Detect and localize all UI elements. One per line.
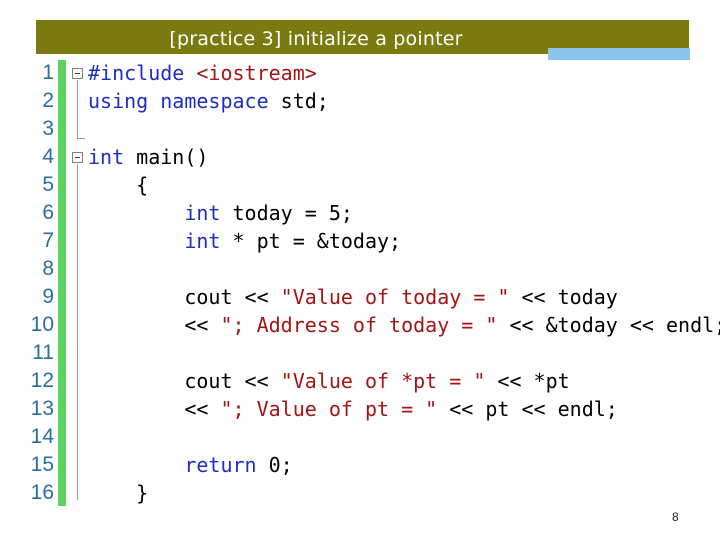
code-token: << &today << endl; — [497, 313, 720, 337]
code-text: int * pt = &today; — [88, 227, 401, 255]
code-text: } — [88, 479, 148, 507]
code-line: 2 using namespace std; — [0, 87, 720, 115]
code-text: cout << "Value of today = " << today — [88, 283, 618, 311]
keyword-token: using namespace — [88, 89, 281, 113]
string-token: "Value of *pt = " — [280, 369, 486, 393]
keyword-token: int — [184, 229, 233, 253]
line-number: 15 — [30, 453, 54, 476]
code-token: << — [184, 397, 221, 421]
code-text: return 0; — [88, 451, 293, 479]
line-number: 5 — [42, 173, 54, 196]
string-token: "; Address of today = " — [220, 313, 498, 337]
code-line: 8 — [0, 255, 720, 283]
line-number: 6 — [42, 201, 54, 224]
keyword-token: return — [184, 453, 269, 477]
code-token: today = 5; — [232, 201, 353, 225]
line-number: 14 — [30, 425, 54, 448]
code-line: 11 — [0, 339, 720, 367]
code-text: int main() — [88, 143, 208, 171]
line-number: 11 — [32, 341, 54, 364]
line-number: 16 — [30, 481, 54, 504]
code-line: 1 #include <iostream> — [0, 59, 720, 87]
code-token: } — [136, 481, 149, 505]
code-token: cout << — [184, 285, 281, 309]
code-text: int today = 5; — [88, 199, 353, 227]
line-number: 4 — [42, 145, 54, 168]
string-token: "; Value of pt = " — [220, 397, 438, 421]
page-number: 8 — [672, 510, 679, 524]
line-number: 7 — [42, 229, 54, 252]
code-text: << "; Address of today = " << &today << … — [88, 311, 720, 339]
code-line: 15 return 0; — [0, 451, 720, 479]
code-line: 3 — [0, 115, 720, 143]
code-token: main() — [136, 145, 209, 169]
code-line: 6 int today = 5; — [0, 199, 720, 227]
code-token: << *pt — [485, 369, 570, 393]
code-token: * pt = &today; — [232, 229, 402, 253]
code-token: << — [184, 313, 221, 337]
code-line: 12 cout << "Value of *pt = " << *pt — [0, 367, 720, 395]
keyword-token: int — [88, 145, 137, 169]
code-token: << today — [509, 285, 618, 309]
code-text: using namespace std; — [88, 87, 329, 115]
code-line: 5 { — [0, 171, 720, 199]
code-line: 16 } — [0, 479, 720, 507]
code-token: << pt << endl; — [437, 397, 618, 421]
line-number: 12 — [30, 369, 54, 392]
code-token: cout << — [184, 369, 281, 393]
code-line: 13 << "; Value of pt = " << pt << endl; — [0, 395, 720, 423]
code-line: 10 << "; Address of today = " << &today … — [0, 311, 720, 339]
keyword-token: #include — [88, 61, 197, 85]
line-number: 9 — [42, 285, 54, 308]
line-number: 10 — [30, 313, 54, 336]
string-token: "Value of today = " — [280, 285, 510, 309]
code-text: << "; Value of pt = " << pt << endl; — [88, 395, 618, 423]
code-token: std; — [280, 89, 329, 113]
line-number: 8 — [42, 257, 54, 280]
slide-title: [practice 3] initialize a pointer — [169, 28, 463, 50]
code-token: { — [136, 173, 149, 197]
code-token: 0; — [268, 453, 293, 477]
line-number: 13 — [30, 397, 54, 420]
line-number: 3 — [42, 117, 54, 140]
code-line: 7 int * pt = &today; — [0, 227, 720, 255]
line-number: 1 — [42, 61, 54, 84]
keyword-token: int — [184, 201, 233, 225]
code-text: #include <iostream> — [88, 59, 317, 87]
line-number: 2 — [42, 89, 54, 112]
code-line: 4 int main() — [0, 143, 720, 171]
code-text: cout << "Value of *pt = " << *pt — [88, 367, 570, 395]
code-text: { — [88, 171, 148, 199]
code-line: 9 cout << "Value of today = " << today — [0, 283, 720, 311]
string-token: <iostream> — [196, 61, 317, 85]
code-line: 14 — [0, 423, 720, 451]
